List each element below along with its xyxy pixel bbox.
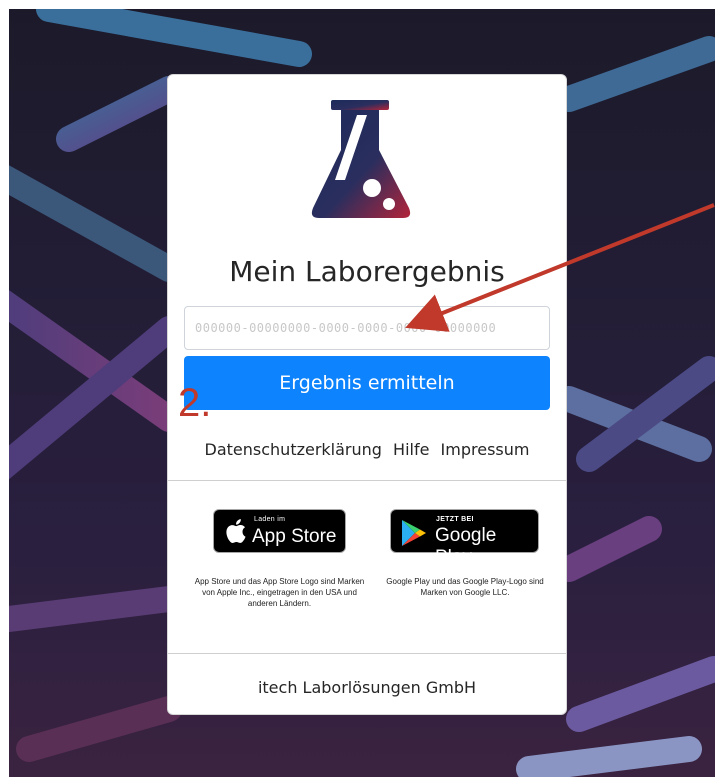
submit-button[interactable]: Ergebnis ermitteln	[184, 356, 550, 410]
app-store-badge[interactable]: Laden im App Store	[213, 509, 346, 553]
divider	[168, 480, 566, 481]
apple-disclaimer: App Store und das App Store Logo sind Ma…	[194, 577, 365, 608]
imprint-link[interactable]: Impressum	[441, 440, 530, 459]
apple-icon	[226, 518, 246, 549]
company-name: itech Laborlösungen GmbH	[257, 678, 477, 697]
flask-icon	[309, 100, 413, 222]
result-code-input[interactable]	[184, 306, 550, 350]
footer-links: Datenschutzerklärung Hilfe Impressum	[168, 440, 566, 459]
google-play-big-text: Google Play	[435, 525, 497, 568]
divider	[168, 653, 566, 654]
google-disclaimer: Google Play und das Google Play-Logo sin…	[386, 577, 544, 597]
page-title: Mein Laborergebnis	[229, 255, 505, 288]
result-card: Mein Laborergebnis Ergebnis ermitteln Da…	[167, 74, 567, 715]
app-store-small-text: Laden im	[254, 516, 286, 523]
help-link[interactable]: Hilfe	[393, 440, 429, 459]
google-play-icon	[401, 519, 427, 552]
app-store-big-text: App Store	[252, 526, 337, 547]
privacy-link[interactable]: Datenschutzerklärung	[205, 440, 382, 459]
google-play-small-text: JETZT BEI	[436, 516, 474, 523]
google-play-badge[interactable]: JETZT BEI Google Play	[390, 509, 539, 568]
step-number-annotation: 2.	[178, 381, 212, 425]
